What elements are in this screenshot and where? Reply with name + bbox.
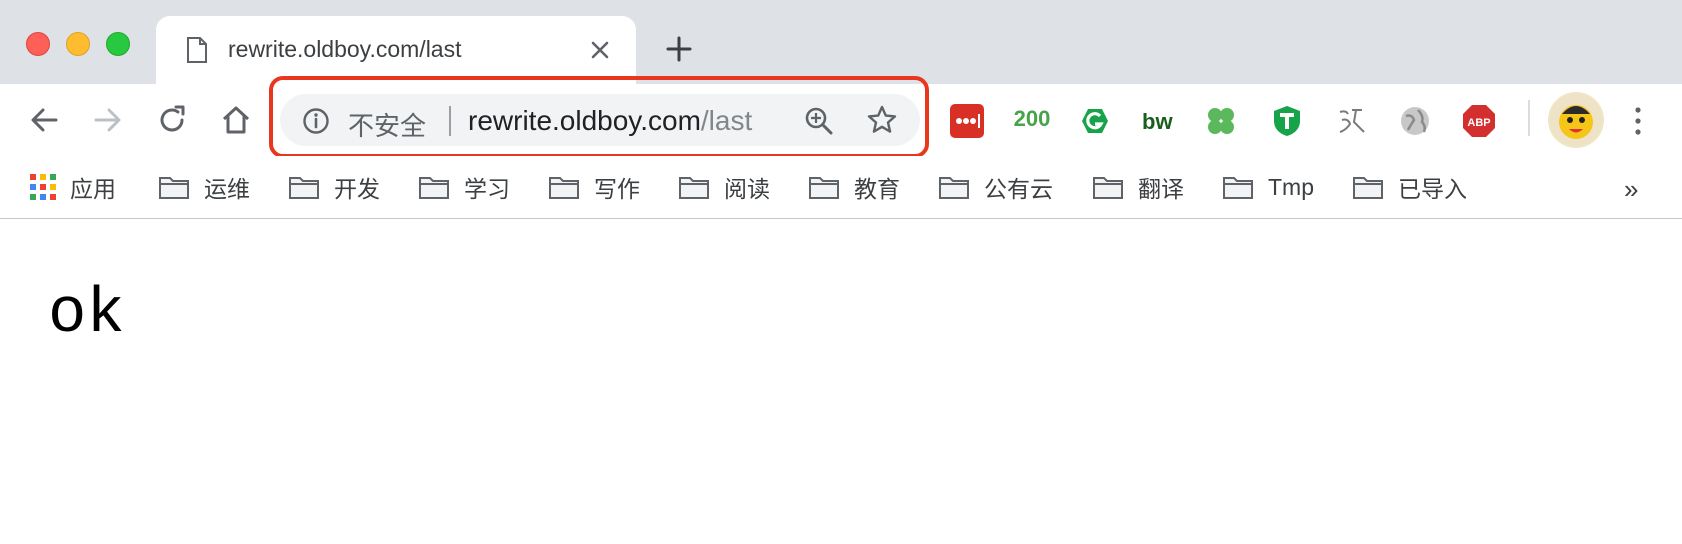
- bookmark-label: 运维: [204, 176, 250, 202]
- folder-icon: [159, 177, 189, 199]
- more-menu-icon[interactable]: [1628, 104, 1648, 138]
- address-bar[interactable]: 不安全 rewrite.oldboy.com/last: [280, 94, 920, 146]
- bookmark-label: 开发: [334, 176, 380, 202]
- zoom-window-button[interactable]: [106, 32, 130, 56]
- adblock-plus-icon[interactable]: ABP: [1462, 104, 1496, 138]
- bw-extension-icon[interactable]: bw: [1140, 104, 1174, 138]
- bookmark-folder-education[interactable]: 教育: [808, 170, 900, 204]
- folder-icon: [1093, 177, 1123, 199]
- folder-icon: [939, 177, 969, 199]
- info-icon[interactable]: [302, 107, 330, 135]
- bookmark-apps[interactable]: 应用: [30, 170, 116, 204]
- bookmark-label: Tmp: [1268, 173, 1314, 200]
- folder-icon: [1353, 177, 1383, 199]
- tab-strip: rewrite.oldboy.com/last: [0, 0, 1682, 84]
- folder-icon: [809, 177, 839, 199]
- bookmark-folder-tmp[interactable]: Tmp: [1222, 170, 1314, 204]
- url-text[interactable]: rewrite.oldboy.com/last: [468, 105, 752, 137]
- toolbar: 不安全 rewrite.oldboy.com/last 200 bw ABP: [0, 84, 1682, 156]
- bookmark-label: 写作: [594, 176, 640, 202]
- globe-extension-icon[interactable]: [1398, 104, 1432, 138]
- close-window-button[interactable]: [26, 32, 50, 56]
- folder-icon: [549, 177, 579, 199]
- folder-icon: [1223, 177, 1253, 199]
- svg-text:ABP: ABP: [1467, 117, 1490, 129]
- bookmark-folder-imported[interactable]: 已导入: [1352, 170, 1467, 204]
- bookmark-label: 翻译: [1138, 176, 1184, 202]
- bookmark-folder-ops[interactable]: 运维: [158, 170, 250, 204]
- home-icon[interactable]: [218, 102, 254, 138]
- active-tab[interactable]: rewrite.oldboy.com/last: [156, 16, 636, 84]
- bookmark-label: 阅读: [724, 176, 770, 202]
- security-status-label[interactable]: 不安全: [348, 106, 426, 143]
- bookmark-label: 学习: [464, 176, 510, 202]
- page-icon: [187, 37, 207, 63]
- http-status-extension-icon[interactable]: 200: [1012, 106, 1052, 140]
- bookmark-folder-public-cloud[interactable]: 公有云: [938, 170, 1053, 204]
- minimize-window-button[interactable]: [66, 32, 90, 56]
- bookmark-folder-reading[interactable]: 阅读: [678, 170, 770, 204]
- apps-grid-icon: [30, 174, 56, 200]
- url-path: /last: [700, 105, 753, 136]
- url-host: rewrite.oldboy.com: [468, 105, 701, 136]
- zoom-in-icon[interactable]: [804, 106, 834, 136]
- bookmark-folder-study[interactable]: 学习: [418, 170, 510, 204]
- folder-icon: [679, 177, 709, 199]
- shield-t-extension-icon[interactable]: [1270, 104, 1304, 138]
- grammarly-extension-icon[interactable]: [1078, 104, 1112, 138]
- back-arrow-icon[interactable]: [26, 102, 62, 138]
- forward-arrow-icon[interactable]: [90, 102, 126, 138]
- bookmark-label: 已导入: [1398, 176, 1467, 202]
- folder-icon: [289, 177, 319, 199]
- bookmark-folder-writing[interactable]: 写作: [548, 170, 640, 204]
- calligraphy-extension-icon[interactable]: [1334, 104, 1368, 138]
- more-bookmarks-chevron-icon[interactable]: »: [1624, 174, 1638, 205]
- folder-icon: [419, 177, 449, 199]
- omnibox-separator: [449, 106, 451, 136]
- svg-text:bw: bw: [1142, 109, 1173, 134]
- bookmarks-bar: 应用 运维 开发 学习 写作 阅读 教育 公有云 翻译 Tmp 已导入 »: [0, 156, 1682, 219]
- lastpass-extension-icon[interactable]: [950, 104, 984, 138]
- bookmark-label: 教育: [854, 176, 900, 202]
- bookmark-label: 公有云: [984, 176, 1053, 202]
- profile-avatar[interactable]: [1548, 92, 1604, 148]
- bookmark-folder-dev[interactable]: 开发: [288, 170, 380, 204]
- close-tab-icon[interactable]: [586, 36, 614, 64]
- bookmark-folder-translate[interactable]: 翻译: [1092, 170, 1184, 204]
- clover-extension-icon[interactable]: [1204, 104, 1238, 138]
- bookmark-star-icon[interactable]: [866, 104, 898, 136]
- page-content: ok: [0, 219, 1682, 544]
- bookmark-label: 应用: [70, 176, 116, 202]
- page-body-text: ok: [48, 279, 125, 351]
- reload-icon[interactable]: [154, 102, 190, 138]
- new-tab-icon[interactable]: [664, 34, 694, 64]
- tab-title: rewrite.oldboy.com/last: [228, 36, 462, 62]
- toolbar-divider: [1528, 100, 1530, 136]
